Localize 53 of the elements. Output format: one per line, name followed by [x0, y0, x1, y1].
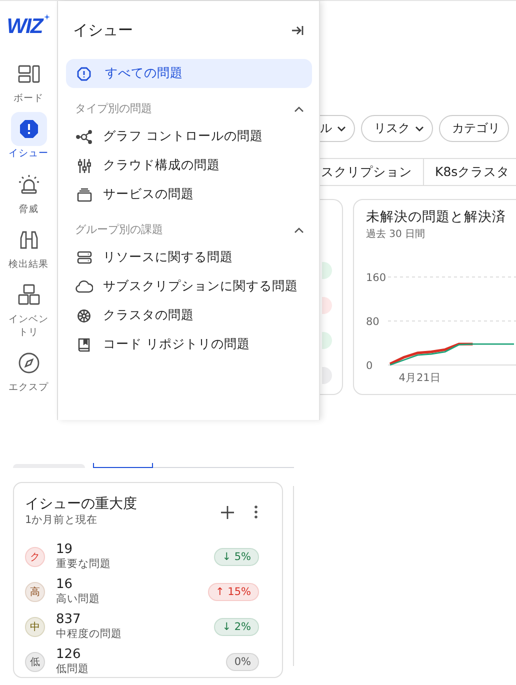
rail-label: 脅威: [18, 204, 40, 216]
rail-item[interactable]: エクスプ: [0, 346, 56, 394]
severity-badge: 中: [25, 616, 45, 636]
change-badge: ↓ 5%: [214, 548, 259, 566]
card-title: 未解決の問題と解決済: [366, 208, 507, 226]
issue-count: 126: [56, 648, 82, 663]
change-badge: 0%: [226, 652, 259, 670]
axis-tick-label: 160: [366, 272, 386, 284]
menu-item[interactable]: サービスの問題: [66, 180, 312, 209]
menu-item[interactable]: すべての問題: [66, 59, 312, 88]
section-heading: グループ別の課題: [75, 222, 163, 237]
card-subtitle: 過去 30 日間: [366, 228, 426, 241]
change-badge: ↑ 15%: [208, 582, 259, 600]
change-badge: ↓ 2%: [214, 618, 259, 636]
severity-label: 高い問題: [56, 592, 101, 605]
severity-label: 中程度の問題: [56, 628, 123, 640]
issue-count: 16: [56, 578, 74, 593]
section-heading: タイプ別の問題: [75, 101, 152, 116]
card-title: イシューの重大度: [25, 495, 137, 513]
rail-label: ボード: [12, 93, 44, 106]
menu-item[interactable]: クラウド構成の問題: [66, 151, 312, 180]
severity-label: 重要な問題: [56, 558, 112, 570]
axis-tick-label: 0: [366, 360, 373, 372]
axis-tick-label: 80: [366, 316, 380, 328]
issue-count: 837: [56, 613, 82, 628]
rail-item[interactable]: インベントリ: [0, 278, 56, 340]
menu-item[interactable]: コード リポジトリの問題: [66, 330, 312, 359]
rail-label: エクスプ: [8, 382, 50, 394]
filter-chip[interactable]: リスク: [361, 115, 433, 142]
logo[interactable]: WIZ: [6, 13, 52, 41]
severity-badge: ク: [25, 546, 45, 566]
rail-label: イシュー: [8, 148, 50, 161]
rail-label: 検出結果: [8, 259, 50, 272]
menu-item[interactable]: クラスタの問題: [66, 301, 312, 330]
group-tab[interactable]: K8sクラスタ: [424, 159, 516, 185]
rail-item[interactable]: ボード: [0, 57, 56, 106]
severity-label: 低問題: [56, 662, 90, 675]
rail-item[interactable]: 検出結果: [0, 223, 56, 272]
issue-count: 19: [56, 543, 74, 558]
group-tab[interactable]: スクリプション: [320, 159, 424, 185]
severity-badge: 低: [25, 652, 45, 672]
rail-label: インベントリ: [8, 314, 50, 340]
rail-item[interactable]: イシュー: [0, 112, 56, 161]
menu-item[interactable]: リソースに関する問題: [66, 243, 312, 272]
menu-title: イシュー: [73, 20, 133, 40]
card-subtitle: 1か月前と現在: [25, 513, 99, 527]
rail-item[interactable]: 脅威: [0, 168, 56, 216]
severity-badge: 高: [25, 582, 45, 602]
menu-item[interactable]: サブスクリプションに関する問題: [66, 272, 312, 301]
menu-item[interactable]: グラフ コントロールの問題: [66, 122, 312, 151]
filter-chip[interactable]: ル: [320, 115, 355, 142]
filter-chip[interactable]: カテゴリ: [439, 115, 509, 142]
axis-tick-label: 4月21日: [398, 372, 441, 384]
